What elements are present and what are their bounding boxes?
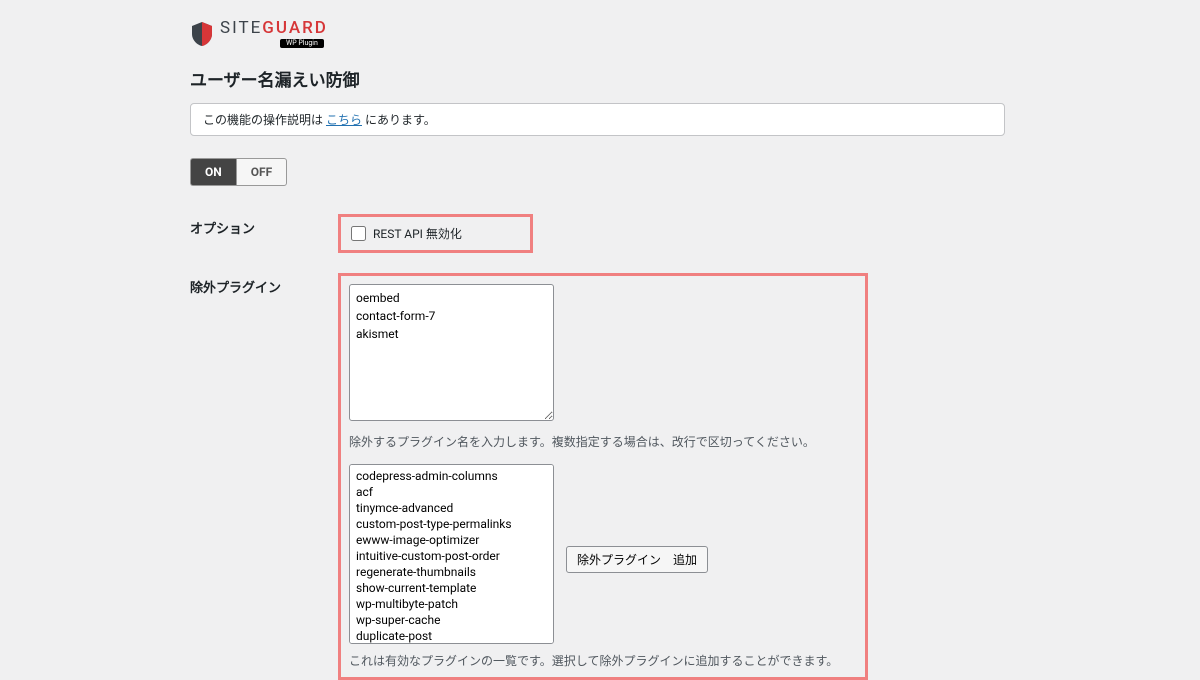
plugin-option[interactable]: custom-post-type-permalinks [354,516,549,532]
plugin-select-helper: これは有効なプラグインの一覧です。選択して除外プラグインに追加することができます… [349,652,855,669]
operation-notice: この機能の操作説明は こちら にあります。 [190,103,1005,136]
toggle-off-button[interactable]: OFF [236,158,287,186]
plugin-option[interactable]: wp-multibyte-patch [354,596,549,612]
exclude-plugins-box: 除外するプラグイン名を入力します。複数指定する場合は、改行で区切ってください。 … [338,273,868,680]
notice-prefix: この機能の操作説明は [203,113,326,127]
logo-main-text: SITEGUARD [220,20,328,37]
plugin-option[interactable]: intuitive-custom-post-order [354,548,549,564]
on-off-toggle: ON OFF [190,158,287,186]
plugin-option[interactable]: duplicate-post [354,628,549,644]
plugin-option[interactable]: show-current-template [354,580,549,596]
rest-api-checkbox[interactable] [351,226,366,241]
logo-sub-badge: WP Plugin [280,39,324,48]
rest-api-option-box: REST API 無効化 [338,214,533,253]
plugin-option[interactable]: wp-super-cache [354,612,549,628]
exclude-plugins-textarea[interactable] [349,284,554,421]
page-title: ユーザー名漏えい防御 [190,66,1005,91]
notice-link[interactable]: こちら [326,113,362,127]
plugin-option[interactable]: regenerate-thumbnails [354,564,549,580]
shield-icon [190,21,214,47]
toggle-on-button[interactable]: ON [190,158,236,186]
option-label: オプション [190,214,338,237]
exclude-plugin-label: 除外プラグイン [190,273,338,296]
rest-api-checkbox-label[interactable]: REST API 無効化 [373,225,462,242]
plugin-option[interactable]: tinymce-advanced [354,500,549,516]
notice-suffix: にあります。 [362,113,436,127]
plugin-option[interactable]: acf [354,484,549,500]
active-plugins-select[interactable]: codepress-admin-columnsacftinymce-advanc… [349,464,554,644]
siteguard-logo: SITEGUARD WP Plugin [190,20,1005,48]
exclude-textarea-helper: 除外するプラグイン名を入力します。複数指定する場合は、改行で区切ってください。 [349,433,855,450]
plugin-option[interactable]: ewww-image-optimizer [354,532,549,548]
add-exclude-plugin-button[interactable]: 除外プラグイン 追加 [566,546,708,573]
plugin-option[interactable]: codepress-admin-columns [354,468,549,484]
